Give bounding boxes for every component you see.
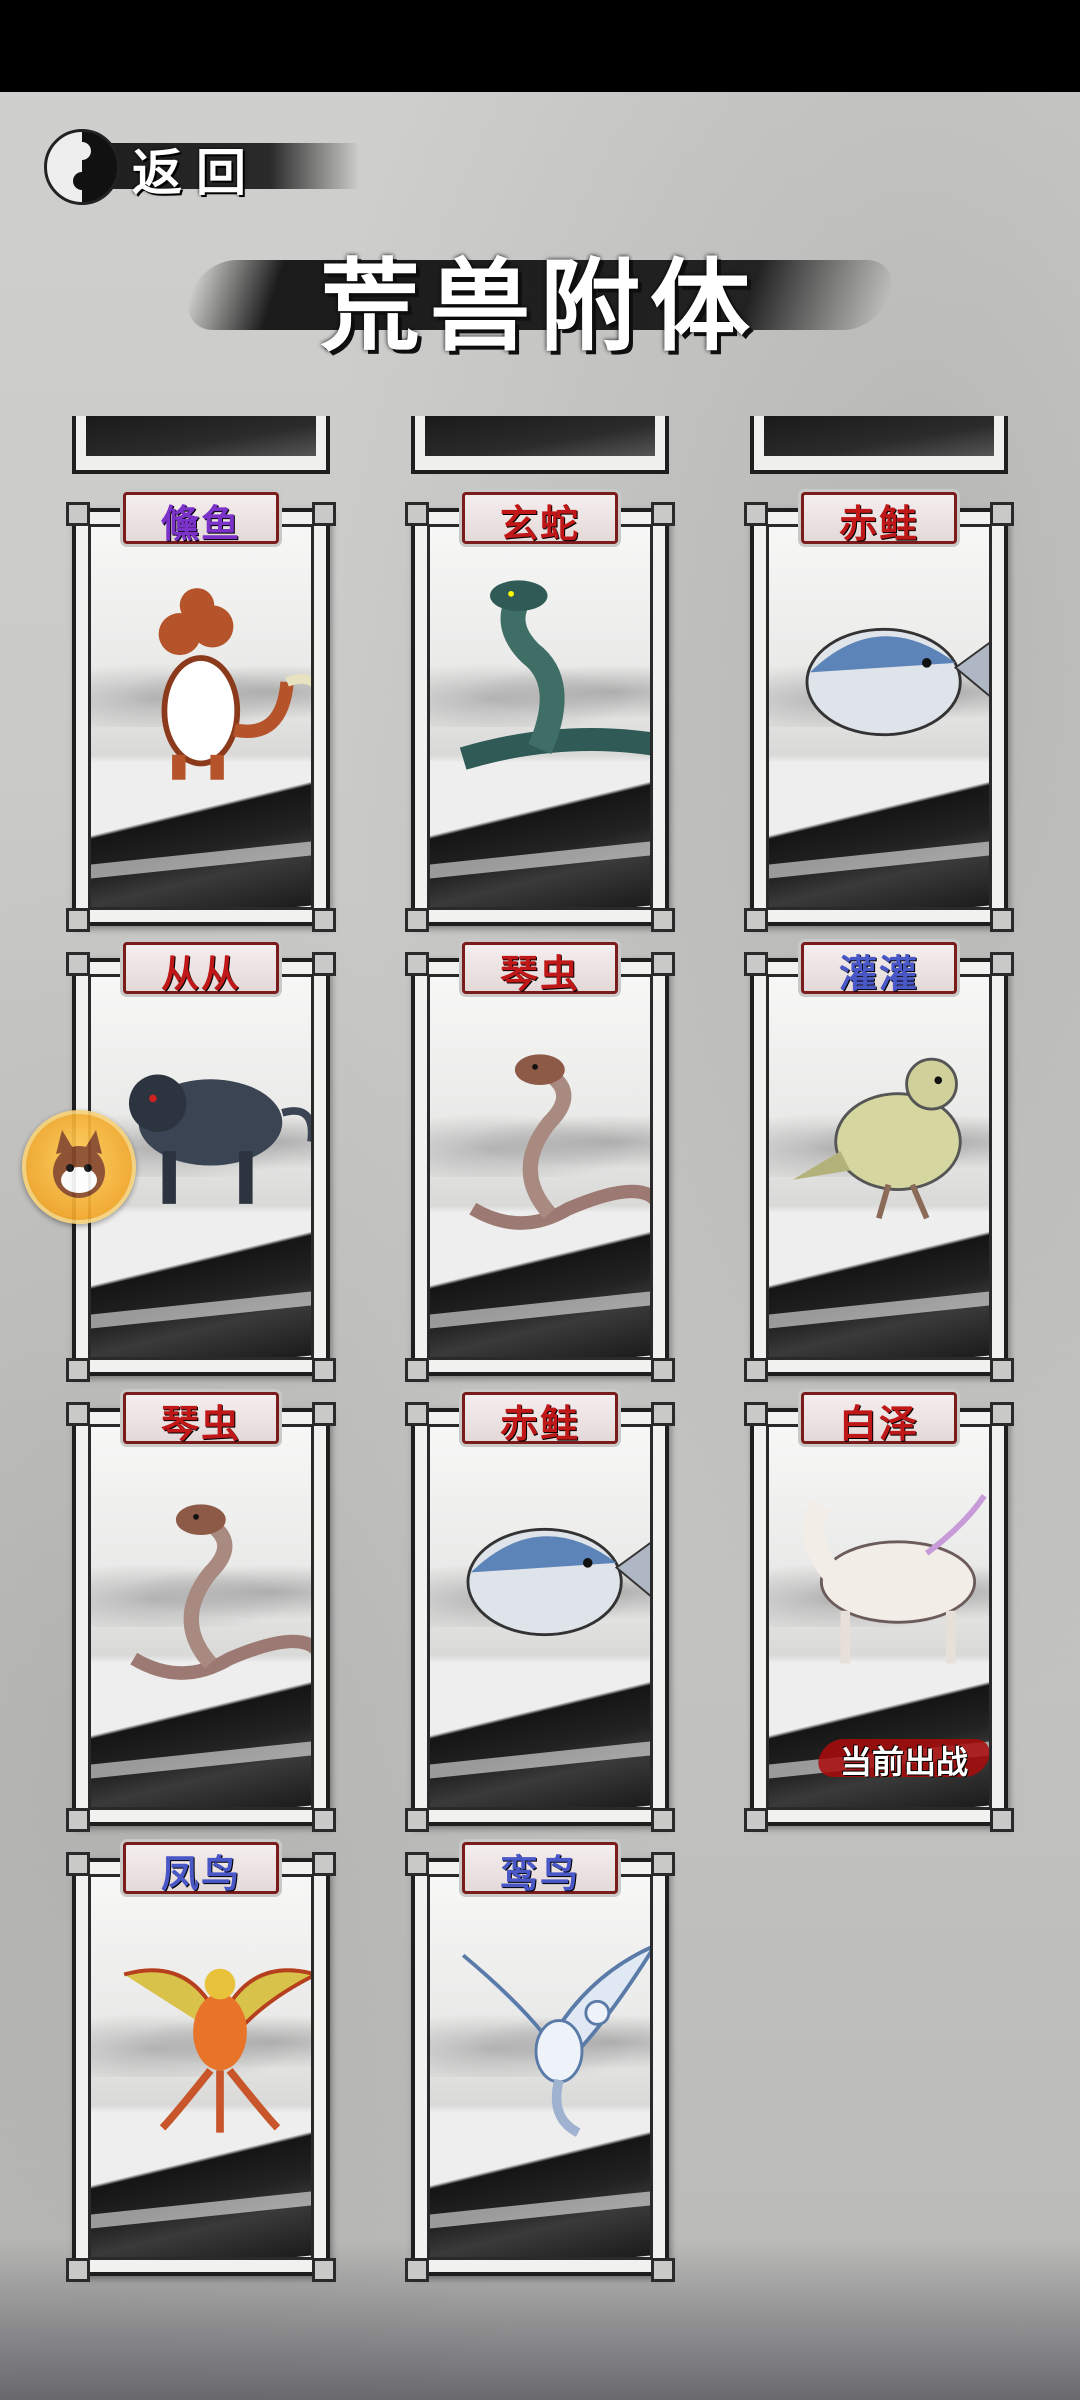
card-scene — [766, 524, 992, 910]
card-name-plate: 玄蛇 — [462, 492, 618, 546]
card-partial-top — [750, 416, 1008, 474]
card-name-plate: 儵鱼 — [123, 492, 279, 546]
dark-bull-icon — [128, 1074, 311, 1204]
card-partial-top — [72, 416, 330, 474]
dove-icon — [792, 1057, 962, 1220]
card-name-plate: 凤鸟 — [123, 1842, 279, 1896]
fox-mascot-icon[interactable] — [22, 1110, 136, 1224]
card-scene — [427, 974, 653, 1360]
deployed-label: 当前出战 — [839, 1743, 968, 1781]
card-name: 赤鲑 — [499, 1401, 580, 1446]
puffer-fish-icon — [466, 1527, 650, 1637]
card-name-plate: 琴虫 — [462, 942, 618, 996]
beast-card[interactable]: 灌灌 — [744, 942, 1014, 1382]
card-name: 鸾鸟 — [499, 1851, 580, 1896]
card-name: 琴虫 — [499, 951, 580, 996]
page-title: 荒兽附体 — [320, 247, 760, 365]
deployed-badge: 当前出战 — [809, 1735, 989, 1781]
card-name: 赤鲑 — [838, 501, 919, 546]
card-name-plate: 白泽 — [801, 1392, 957, 1446]
card-scene: 当前出战 — [766, 1424, 992, 1810]
page-title-banner: 荒兽附体 — [178, 215, 902, 365]
phoenix-icon — [123, 1968, 311, 2133]
card-scene — [88, 1424, 314, 1810]
card-name: 从从 — [160, 951, 241, 996]
card-name-plate: 从从 — [123, 942, 279, 996]
card-scene — [427, 1874, 653, 2260]
horned-snake-icon — [469, 1054, 650, 1230]
card-name-plate: 赤鲑 — [462, 1392, 618, 1446]
beast-card[interactable]: 当前出战 白泽 — [744, 1392, 1014, 1832]
card-name-plate: 赤鲑 — [801, 492, 957, 546]
multi-headed-dragon-icon — [158, 588, 311, 780]
beast-card[interactable]: 凤鸟 — [66, 1842, 336, 2282]
card-scene — [88, 1874, 314, 2260]
card-name: 玄蛇 — [499, 501, 580, 546]
card-frame: 当前出战 — [750, 1408, 1008, 1826]
beast-card[interactable]: 玄蛇 — [405, 492, 675, 932]
beast-card[interactable]: 儵鱼 — [66, 492, 336, 932]
black-serpent-icon — [459, 580, 650, 770]
card-scene — [427, 524, 653, 910]
status-bar — [0, 0, 1080, 92]
beast-card[interactable]: 琴虫 — [405, 942, 675, 1382]
card-frame — [411, 958, 669, 1376]
card-name-plate: 灌灌 — [801, 942, 957, 996]
card-scene — [766, 974, 992, 1360]
card-frame — [411, 1858, 669, 2276]
beast-card[interactable]: 赤鲑 — [405, 1392, 675, 1832]
card-name: 白泽 — [838, 1401, 919, 1446]
card-scene — [427, 1424, 653, 1810]
card-frame — [750, 958, 1008, 1376]
card-scene — [88, 524, 314, 910]
taiji-icon — [44, 129, 120, 205]
card-frame — [411, 508, 669, 926]
card-frame — [72, 1858, 330, 2276]
card-name: 灌灌 — [838, 951, 919, 996]
card-frame — [750, 508, 1008, 926]
horned-snake-icon — [130, 1504, 311, 1680]
card-frame — [72, 508, 330, 926]
beast-card[interactable]: 赤鲑 — [744, 492, 1014, 932]
puffer-fish-icon — [805, 627, 989, 737]
card-name: 琴虫 — [160, 1401, 241, 1446]
beast-card[interactable]: 鸾鸟 — [405, 1842, 675, 2282]
card-frame — [411, 1408, 669, 1826]
back-button[interactable]: 返回 — [40, 125, 360, 205]
card-name-plate: 鸾鸟 — [462, 1842, 618, 1896]
beast-card[interactable]: 琴虫 — [66, 1392, 336, 1832]
white-qilin-icon — [803, 1494, 987, 1664]
card-name: 儵鱼 — [160, 501, 241, 546]
card-frame — [72, 1408, 330, 1826]
luan-bird-icon — [461, 1945, 650, 2137]
back-label: 返回 — [132, 143, 260, 202]
card-name: 凤鸟 — [160, 1851, 241, 1896]
card-partial-top — [411, 416, 669, 474]
card-name-plate: 琴虫 — [123, 1392, 279, 1446]
